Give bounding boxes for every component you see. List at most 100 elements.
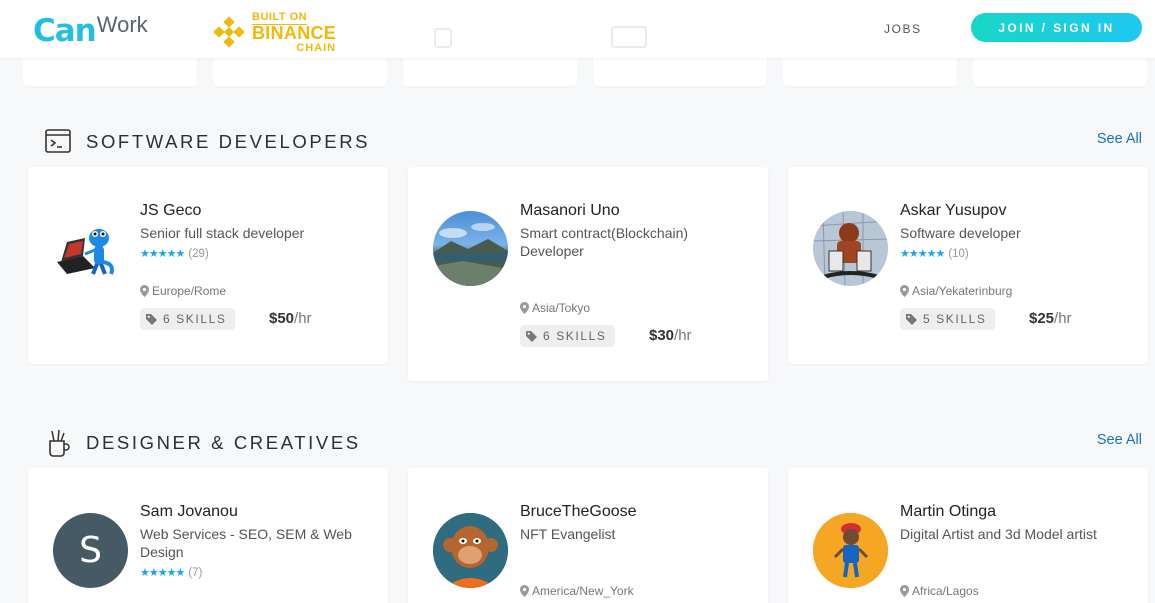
- location: America/New_York: [520, 584, 634, 598]
- hourly-rate: $25/hr: [1029, 310, 1072, 327]
- card-info: Sam Jovanou Web Services - SEO, SEM & We…: [140, 502, 370, 579]
- join-sign-in-button[interactable]: JOIN / SIGN IN: [971, 13, 1142, 42]
- rating-stars: ★★★★★ (29): [140, 247, 370, 260]
- freelancer-role: Senior full stack developer: [140, 225, 305, 241]
- category-card[interactable]: [23, 58, 197, 86]
- gecko-laptop-illustration: [57, 229, 114, 275]
- skills-badge[interactable]: 6 SKILLS: [520, 325, 615, 347]
- canwork-logo[interactable]: Can Work: [33, 12, 148, 48]
- category-card[interactable]: [213, 58, 387, 86]
- skills-count: 5 SKILLS: [923, 312, 987, 326]
- rating-count: (10): [948, 248, 969, 260]
- skills-count: 6 SKILLS: [163, 312, 227, 326]
- freelancer-role: Digital Artist and 3d Model artist: [900, 526, 1097, 542]
- rating-stars: ★★★★★ (7): [140, 566, 370, 579]
- freelancer-card[interactable]: JS Geco Senior full stack developer ★★★★…: [28, 167, 388, 364]
- location-text: America/New_York: [532, 584, 634, 598]
- location-pin-icon: [140, 285, 149, 297]
- category-card[interactable]: [973, 58, 1147, 86]
- section-title: SOFTWARE DEVELOPERS: [86, 130, 371, 152]
- location-pin-icon: [520, 585, 529, 597]
- avatar: [433, 211, 508, 286]
- rate-amount: $25: [1029, 310, 1055, 327]
- avatar: [813, 513, 888, 588]
- logo-can-text: Can: [33, 13, 97, 49]
- skills-badge[interactable]: 5 SKILLS: [900, 308, 995, 330]
- hockey-character-illustration: [813, 211, 888, 286]
- location: Asia/Tokyo: [520, 301, 590, 315]
- location-pin-icon: [520, 302, 529, 314]
- binance-line3: CHAIN: [296, 42, 337, 54]
- freelancer-name[interactable]: Masanori Uno: [520, 201, 750, 221]
- category-card[interactable]: [593, 58, 767, 86]
- rate-unit: /hr: [1054, 310, 1072, 327]
- location: Africa/Lagos: [900, 584, 979, 598]
- stars-glyphs: ★★★★★: [140, 248, 185, 260]
- freelancer-name[interactable]: JS Geco: [140, 201, 370, 221]
- freelancer-card[interactable]: Masanori Uno Smart contract(Blockchain) …: [408, 167, 768, 381]
- location-pin-icon: [900, 585, 909, 597]
- landscape-photo: [433, 223, 508, 286]
- location-text: Africa/Lagos: [912, 584, 979, 598]
- location-text: Europe/Rome: [152, 284, 227, 298]
- tag-icon: [146, 313, 157, 325]
- location-text: Asia/Tokyo: [532, 301, 591, 315]
- character-3d-illustration: [813, 513, 888, 588]
- freelancer-role: Software developer: [900, 225, 1021, 241]
- freelancer-name[interactable]: Askar Yusupov: [900, 201, 1130, 221]
- nav-jobs-link[interactable]: JOBS: [884, 22, 922, 36]
- terminal-icon: [45, 129, 71, 153]
- tag-icon: [906, 313, 917, 325]
- card-info: Martin Otinga Digital Artist and 3d Mode…: [900, 502, 1130, 543]
- tag-icon: [526, 330, 537, 342]
- see-all-designers-link[interactable]: See All: [1097, 432, 1142, 448]
- rating-count: (7): [188, 567, 203, 579]
- skills-count: 6 SKILLS: [543, 329, 607, 343]
- rate-unit: /hr: [294, 310, 312, 327]
- card-info: Askar Yusupov Software developer ★★★★★ (1…: [900, 201, 1130, 260]
- section-software-developers-header: SOFTWARE DEVELOPERS: [45, 129, 370, 154]
- freelancer-role: NFT Evangelist: [520, 526, 616, 542]
- logo-work-text: Work: [96, 12, 148, 37]
- freelancer-card[interactable]: S Sam Jovanou Web Services - SEO, SEM & …: [28, 468, 388, 603]
- freelancer-card[interactable]: Martin Otinga Digital Artist and 3d Mode…: [788, 468, 1148, 603]
- card-info: Masanori Uno Smart contract(Blockchain) …: [520, 201, 750, 260]
- freelancer-role: Web Services - SEO, SEM & Web Design: [140, 526, 352, 560]
- freelancer-role: Smart contract(Blockchain) Developer: [520, 225, 689, 259]
- card-info: JS Geco Senior full stack developer ★★★★…: [140, 201, 370, 260]
- category-card[interactable]: [403, 58, 577, 86]
- rate-unit: /hr: [674, 327, 692, 344]
- rate-amount: $30: [649, 327, 675, 344]
- location-pin-icon: [900, 285, 909, 297]
- rate-amount: $50: [269, 310, 295, 327]
- pencil-cup-icon: [49, 429, 70, 457]
- binance-badge[interactable]: BUILT ON BINANCE CHAIN: [212, 9, 336, 55]
- binance-line2: BINANCE: [252, 23, 337, 43]
- location: Asia/Yekaterinburg: [900, 284, 1012, 298]
- freelancer-name[interactable]: Martin Otinga: [900, 502, 1130, 522]
- avatar: [53, 212, 128, 287]
- ape-nft-illustration: [433, 513, 508, 588]
- hourly-rate: $50/hr: [269, 310, 312, 327]
- avatar: S: [53, 513, 128, 588]
- ghost-icon-1: [434, 28, 452, 48]
- stars-glyphs: ★★★★★: [140, 567, 185, 579]
- rating-count: (29): [188, 248, 209, 260]
- location-text: Asia/Yekaterinburg: [912, 284, 1013, 298]
- avatar: [433, 513, 508, 588]
- skills-badge[interactable]: 6 SKILLS: [140, 308, 235, 330]
- binance-icon: [213, 16, 245, 48]
- freelancer-card[interactable]: BruceTheGoose NFT Evangelist America/New…: [408, 468, 768, 603]
- binance-label: BUILT ON BINANCE CHAIN: [252, 9, 336, 55]
- stars-glyphs: ★★★★★: [900, 248, 945, 260]
- category-card[interactable]: [783, 58, 957, 86]
- freelancer-name[interactable]: BruceTheGoose: [520, 502, 750, 522]
- freelancer-card[interactable]: Askar Yusupov Software developer ★★★★★ (1…: [788, 167, 1148, 364]
- avatar: [813, 211, 888, 286]
- section-title: DESIGNER & CREATIVES: [86, 432, 361, 453]
- freelancer-name[interactable]: Sam Jovanou: [140, 502, 370, 522]
- avatar-letter: S: [79, 530, 102, 571]
- top-header: Can Work BUILT ON BINANCE CHAIN JOBS JOI…: [0, 0, 1155, 58]
- rating-stars: ★★★★★ (10): [900, 247, 1130, 260]
- see-all-developers-link[interactable]: See All: [1097, 131, 1142, 147]
